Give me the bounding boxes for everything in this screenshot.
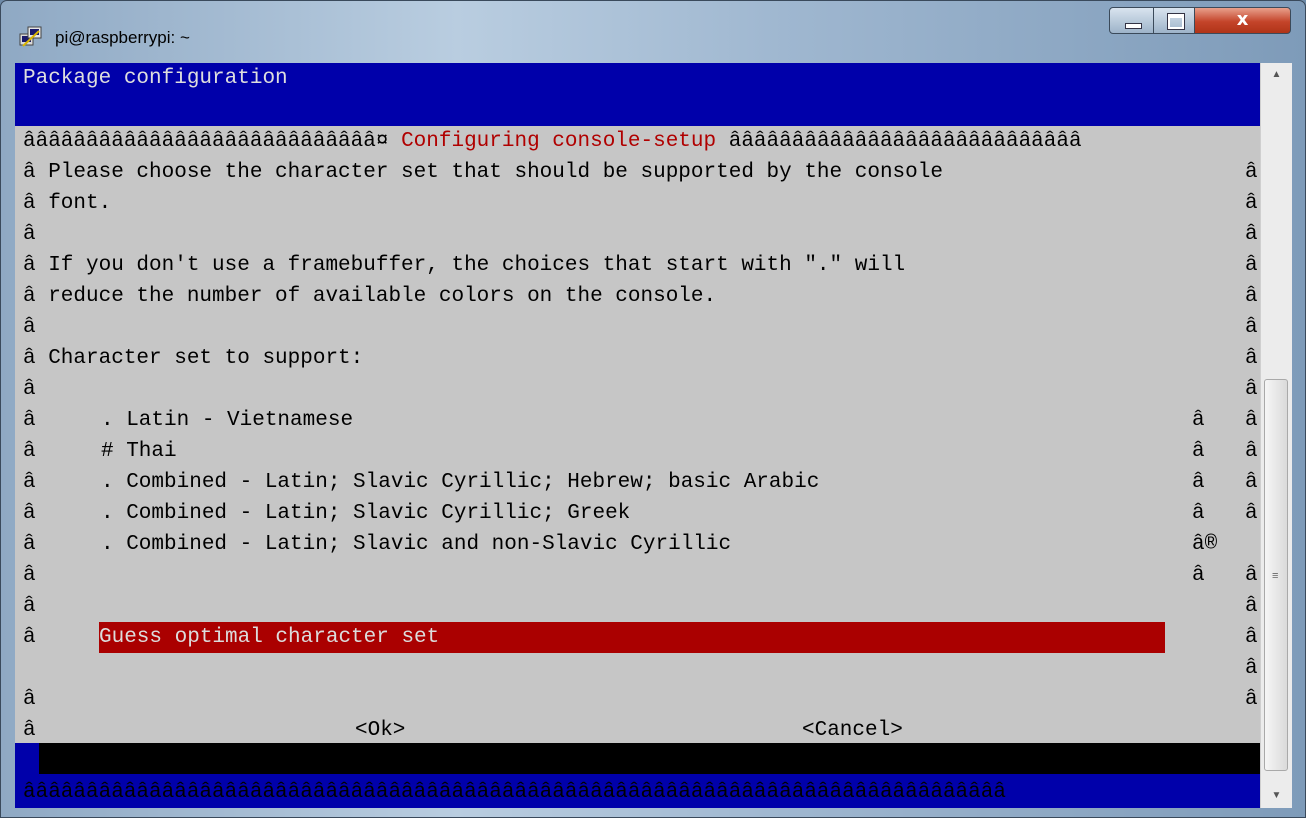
- option-border-left: â: [23, 471, 36, 494]
- scroll-down-icon[interactable]: ▼: [1261, 784, 1292, 808]
- option-item[interactable]: . Combined - Latin; Slavic Cyrillic; Gre…: [101, 498, 630, 529]
- option-border-left: â: [23, 409, 36, 432]
- title-bar[interactable]: pi@raspberrypi: ~ x: [1, 1, 1306, 63]
- dialog-border-right: â: [1245, 657, 1258, 680]
- window-title: pi@raspberrypi: ~: [55, 28, 190, 47]
- dialog-border-right: â: [1245, 626, 1258, 649]
- dialog-header: ââââââââââââââââââââââââââââ¤ Configurin…: [23, 126, 1082, 157]
- dialog-text-line: â font.: [23, 192, 112, 215]
- config-dialog: ââââââââââââââââââââââââââââ¤ Configurin…: [15, 126, 1260, 804]
- dialog-shadow: [39, 743, 1260, 774]
- terminal-title: Package configuration: [23, 67, 288, 90]
- dialog-empty-line: â: [23, 626, 36, 649]
- scroll-up-icon[interactable]: ▲: [1261, 63, 1292, 87]
- dialog-border-right: â: [1245, 378, 1258, 401]
- scroll-thumb[interactable]: ≡: [1264, 379, 1288, 771]
- option-selected-label: Guess optimal character set: [99, 626, 440, 649]
- option-list-border: â®: [1192, 533, 1218, 556]
- dialog-border-right: â: [1245, 316, 1258, 339]
- option-item[interactable]: . Combined - Latin; Slavic and non-Slavi…: [101, 529, 731, 560]
- minimize-button[interactable]: [1109, 7, 1154, 34]
- dialog-border-right: â: [1245, 161, 1258, 184]
- dialog-text-line: â If you don't use a framebuffer, the ch…: [23, 254, 906, 277]
- dialog-text-line: â reduce the number of available colors …: [23, 285, 717, 308]
- dialog-border-right: â: [1245, 502, 1258, 525]
- ok-button[interactable]: <Ok>: [355, 715, 405, 746]
- dialog-border-right: â: [1245, 409, 1258, 432]
- option-list-border: â: [1192, 564, 1205, 587]
- maximize-button[interactable]: [1153, 7, 1195, 34]
- dialog-border-right: â: [1245, 564, 1258, 587]
- dialog-border-right: â: [1245, 347, 1258, 370]
- dialog-text-line: â: [23, 316, 49, 339]
- terminal-window: pi@raspberrypi: ~ x Package configuratio…: [0, 0, 1306, 818]
- dialog-empty-line: â: [23, 595, 36, 618]
- cancel-button[interactable]: <Cancel>: [802, 715, 903, 746]
- option-border-left: â: [23, 564, 36, 587]
- option-item[interactable]: . Latin - Vietnamese: [101, 405, 353, 436]
- option-list-border: â: [1192, 471, 1205, 494]
- border-left-ok-row: â: [23, 719, 36, 742]
- option-border-left: â: [23, 440, 36, 463]
- dialog-border-right: â: [1245, 223, 1258, 246]
- dialog-border-right: â: [1245, 688, 1258, 711]
- dialog-text-line: â Please choose the character set that s…: [23, 161, 943, 184]
- option-list-border: â: [1192, 409, 1205, 432]
- dialog-border-right: â: [1245, 285, 1258, 308]
- dialog-border-right: â: [1245, 595, 1258, 618]
- dialog-text-line: â Character set to support:: [23, 347, 364, 370]
- dialog-text-line: â: [23, 223, 49, 246]
- grip-icon: ≡: [1272, 570, 1279, 582]
- option-item[interactable]: . Combined - Latin; Slavic Cyrillic; Heb…: [101, 467, 819, 498]
- option-list-border: â: [1192, 440, 1205, 463]
- header-border-right: ââââââââââââââââââââââââââââ: [716, 130, 1082, 153]
- option-border-left: â: [23, 502, 36, 525]
- option-selected-highlight[interactable]: Guess optimal character set: [99, 622, 1165, 653]
- dialog-border-right: â: [1245, 254, 1258, 277]
- minimize-icon: [1125, 23, 1142, 29]
- dialog-border-right: â: [1245, 192, 1258, 215]
- dialog-title: Configuring console-setup: [401, 130, 717, 153]
- close-button[interactable]: x: [1194, 7, 1291, 34]
- terminal-area[interactable]: Package configuration ââââââââââââââââââ…: [15, 63, 1260, 808]
- option-item[interactable]: # Thai: [101, 436, 177, 467]
- putty-icon: [19, 26, 42, 47]
- dialog-text-line: â: [23, 378, 49, 401]
- dialog-border-right: â: [1245, 440, 1258, 463]
- vertical-scrollbar[interactable]: ▲ ≡ ▼: [1260, 63, 1292, 808]
- close-icon: x: [1236, 9, 1249, 30]
- option-border-left: â: [23, 533, 36, 556]
- option-list-border: â: [1192, 502, 1205, 525]
- maximize-icon: [1167, 13, 1185, 30]
- dialog-border-right: â: [1245, 471, 1258, 494]
- dialog-empty-line: â: [23, 688, 36, 711]
- dialog-bottom-border: ââââââââââââââââââââââââââââââââââââââââ…: [23, 781, 1006, 804]
- header-border-left: ââââââââââââââââââââââââââââ¤: [23, 130, 402, 153]
